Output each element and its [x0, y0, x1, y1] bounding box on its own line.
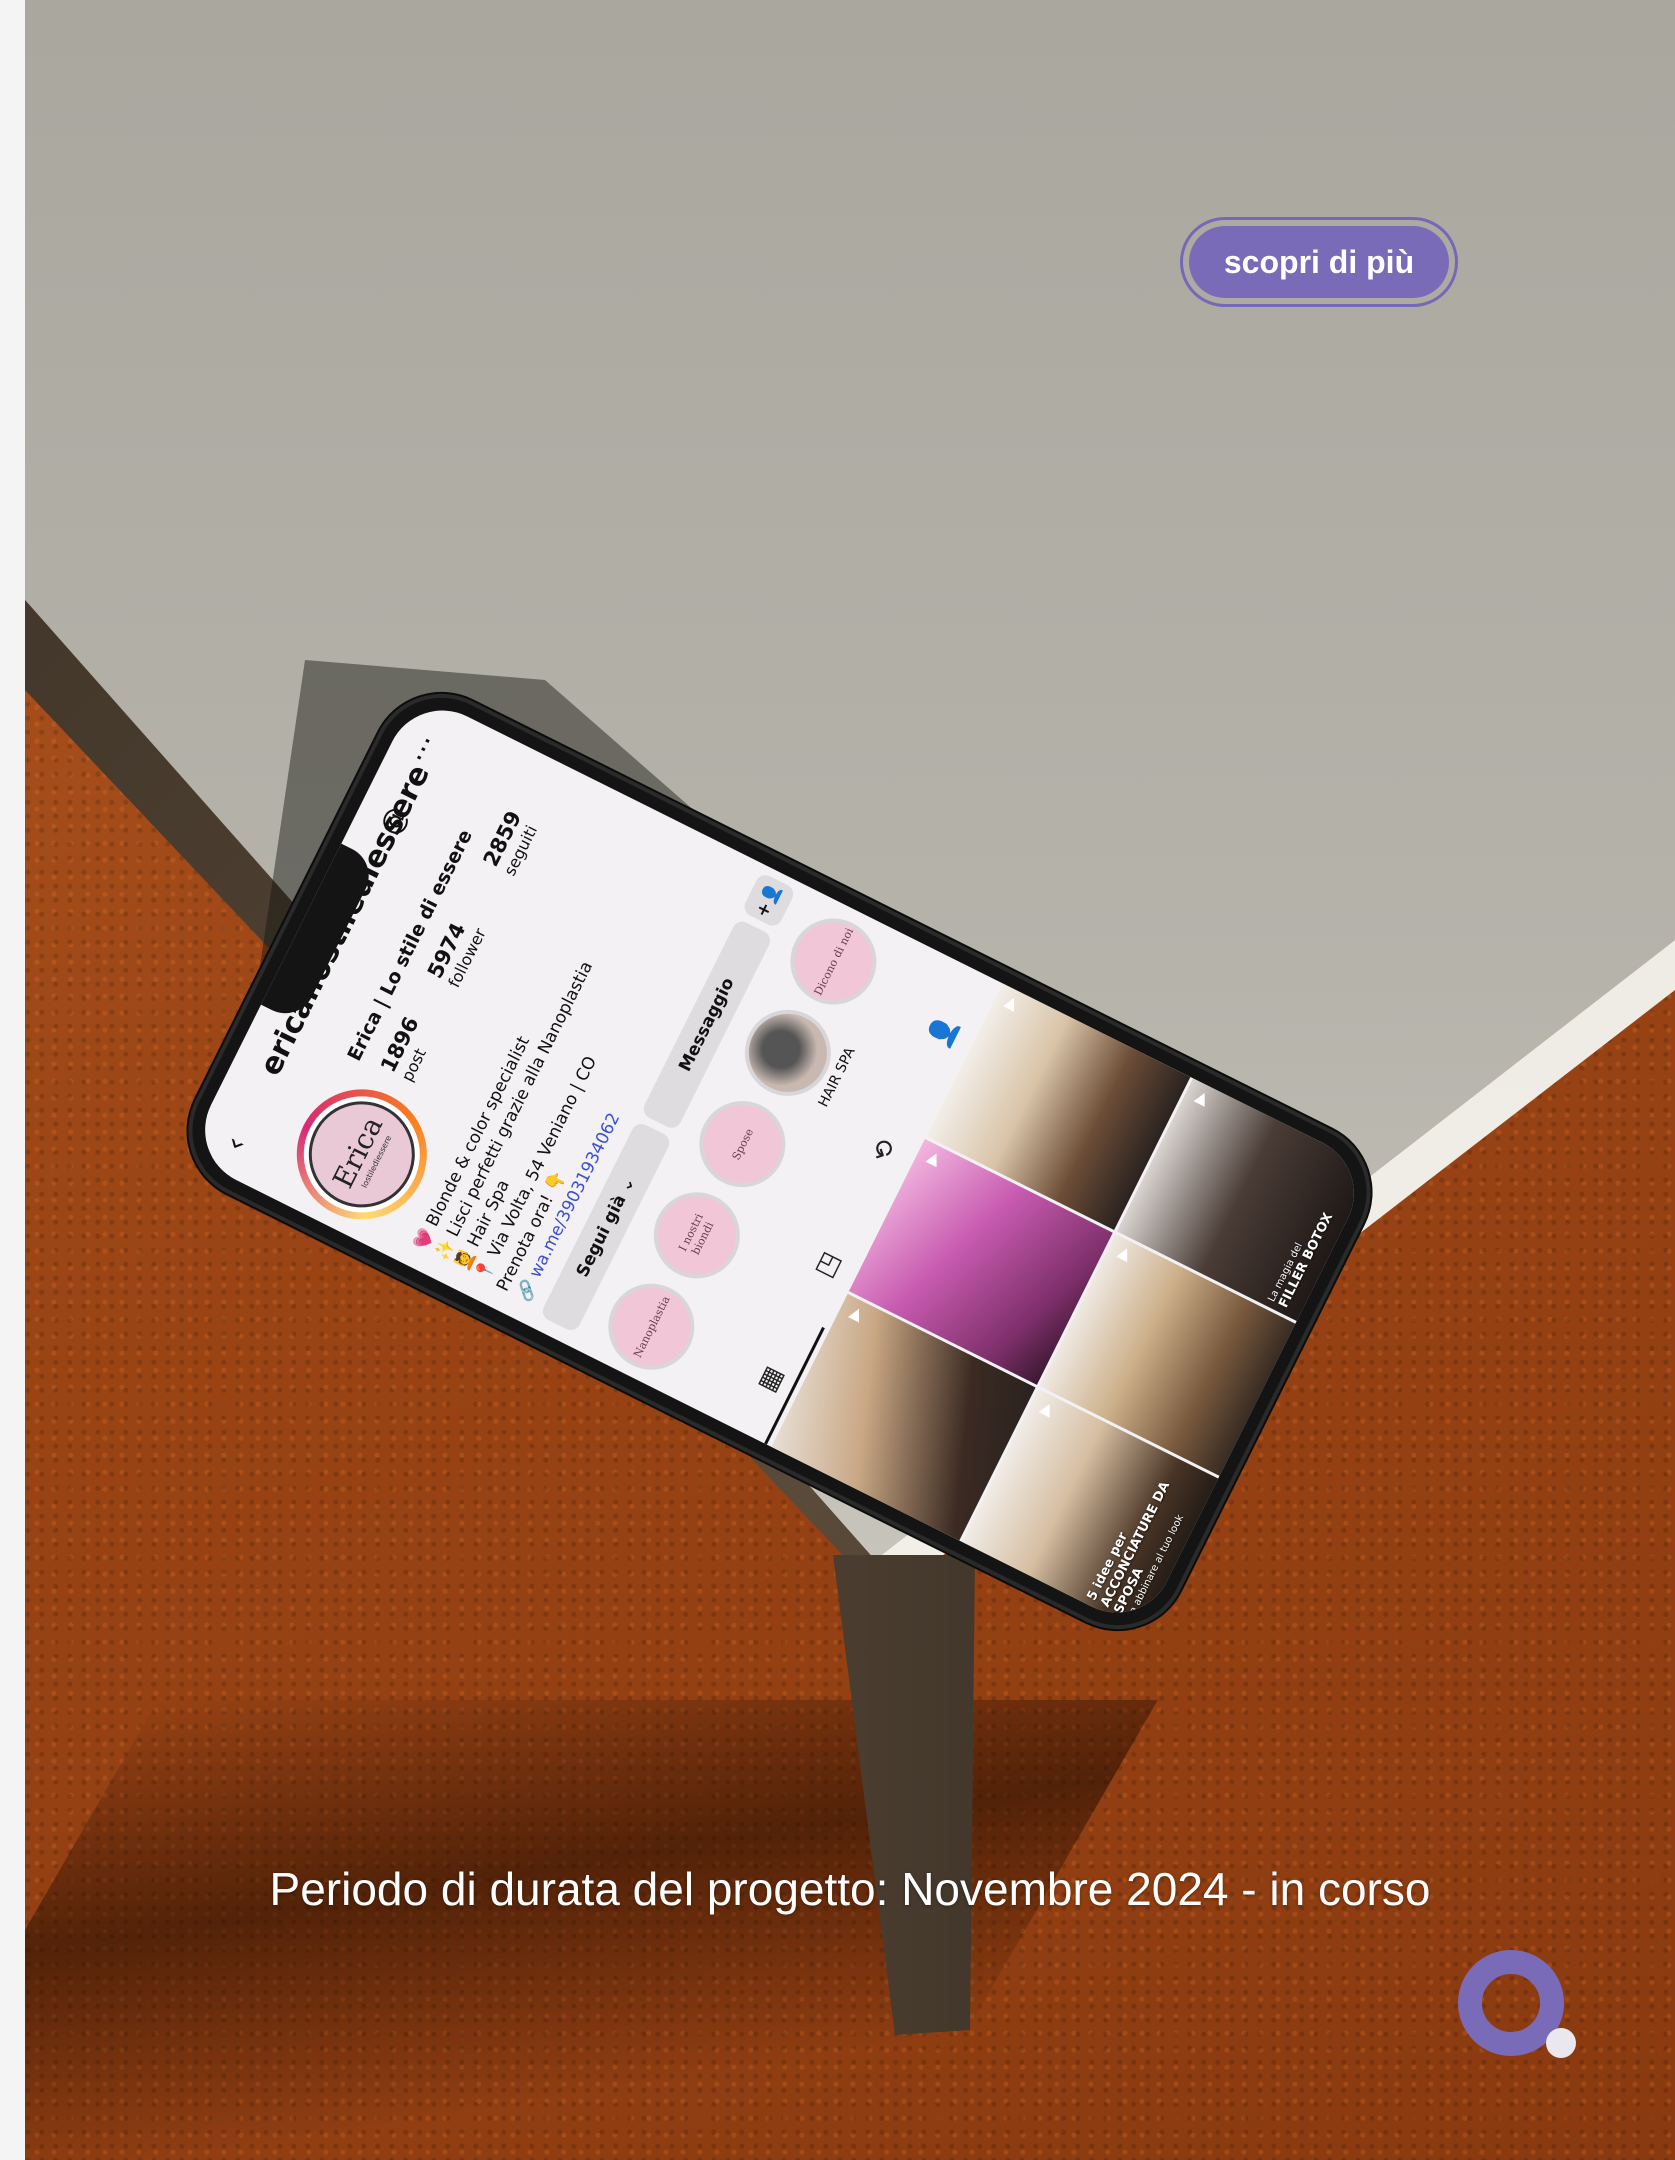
stat-following[interactable]: 2859 seguiti [479, 807, 544, 878]
highlight-biondi[interactable]: I nostri biondi [639, 1177, 759, 1296]
reel-icon: ▶ [1111, 1243, 1135, 1264]
highlight-spose[interactable]: Spose [684, 1086, 804, 1205]
logo-dot [1546, 2028, 1576, 2058]
reels-icon[interactable]: ◳ [809, 1247, 847, 1282]
reel-icon: ▶ [1034, 1398, 1057, 1419]
reel-icon: ▶ [921, 1148, 944, 1169]
stat-followers[interactable]: 5974 follower [423, 914, 490, 990]
highlight-cover: I nostri biondi [639, 1177, 755, 1294]
avatar-frame: Erica lostilediessere [284, 1076, 440, 1233]
reel-icon: ▶ [1189, 1088, 1212, 1108]
reel-icon: ▶ [998, 993, 1022, 1013]
rug-shadow [25, 1700, 1158, 2160]
highlight-dicono-di-noi[interactable]: Dicono di noi [775, 903, 895, 1022]
discover-more-button[interactable]: scopri di più [1180, 217, 1458, 307]
grid-icon[interactable]: ▦ [752, 1361, 790, 1396]
reel-icon: ▶ [843, 1303, 867, 1324]
stat-posts[interactable]: 1896 post [376, 1013, 441, 1084]
add-person-button[interactable]: +👤 [741, 871, 797, 929]
highlight-cover: Dicono di noi [775, 903, 892, 1020]
discover-more-label: scopri di più [1189, 226, 1449, 298]
tagged-icon[interactable]: 👤 [923, 1011, 964, 1053]
highlight-cover: Spose [684, 1086, 801, 1202]
brand-logo [1458, 1950, 1578, 2060]
avatar-logo: Erica lostilediessere [290, 1083, 433, 1226]
back-icon[interactable]: ‹ [217, 1131, 254, 1157]
highlight-cover: Nanoplastia [593, 1269, 710, 1385]
project-period-caption: Periodo di durata del progetto: Novembre… [269, 1863, 1431, 1915]
highlight-nanoplastia[interactable]: Nanoplastia [593, 1268, 713, 1387]
repost-icon[interactable]: ⟲ [866, 1135, 903, 1168]
